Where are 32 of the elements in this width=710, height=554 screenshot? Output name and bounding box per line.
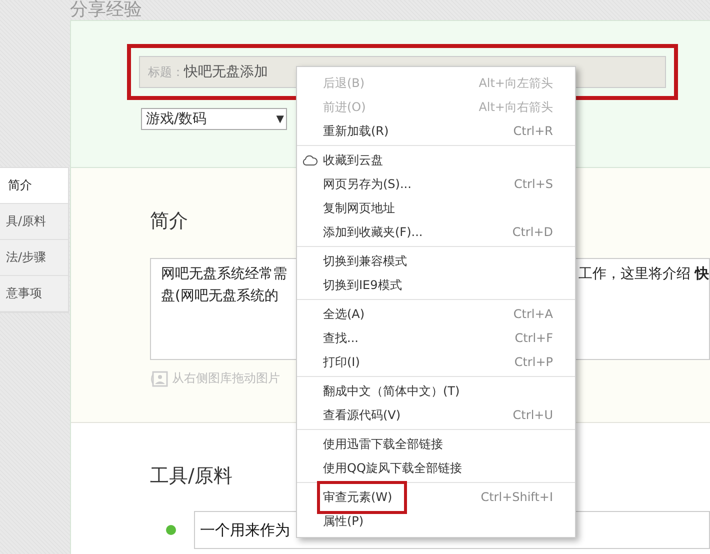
section-heading: 工具/原料 xyxy=(150,464,232,489)
menu-label: 查看源代码(V) xyxy=(322,406,402,424)
shortcut-text: Alt+向左箭头 xyxy=(478,74,553,92)
shortcut-text: Ctrl+S xyxy=(514,177,553,191)
shortcut-text: Ctrl+F xyxy=(514,331,553,345)
menu-label: 复制网页地址 xyxy=(322,200,396,216)
menu-label: 后退(B) xyxy=(322,74,366,92)
shortcut-text: Ctrl+D xyxy=(512,225,553,239)
menu-label: 切换到IE9模式 xyxy=(322,276,403,294)
menu-label: 网页另存为(S)... xyxy=(322,176,412,192)
shortcut-text: Ctrl+P xyxy=(514,355,553,369)
menu-label: 属性(P) xyxy=(322,512,365,530)
page-heading: 分享经验 xyxy=(70,0,143,20)
shortcut-text: Ctrl+A xyxy=(513,307,553,321)
menu-label: 使用QQ旋风下载全部链接 xyxy=(322,460,463,476)
menu-label: 切换到兼容模式 xyxy=(322,252,408,270)
shortcut-text: Ctrl+U xyxy=(512,408,553,422)
menu-label: 全选(A) xyxy=(322,306,366,322)
menu-label: 添加到收藏夹(F)... xyxy=(322,224,424,240)
menu-label: 前进(O) xyxy=(322,98,367,116)
menu-label: 查找... xyxy=(322,330,360,346)
menu-label: 使用迅雷下载全部链接 xyxy=(322,436,444,452)
menu-label: 重新加载(R) xyxy=(322,122,390,140)
menu-label: 翻成中文（简体中文）(T) xyxy=(322,382,461,400)
shortcut-text: Alt+向右箭头 xyxy=(478,98,553,116)
menu-label: 审查元素(W) xyxy=(317,480,408,514)
image-hint: 从右侧图库拖动图片 xyxy=(172,370,280,387)
menu-label: 打印(I) xyxy=(322,354,361,370)
section-heading: 简介 xyxy=(150,209,188,234)
menu-label: 收藏到云盘 xyxy=(322,152,384,168)
shortcut-text: Ctrl+Shift+I xyxy=(480,490,553,504)
shortcut-text: Ctrl+R xyxy=(513,124,553,138)
